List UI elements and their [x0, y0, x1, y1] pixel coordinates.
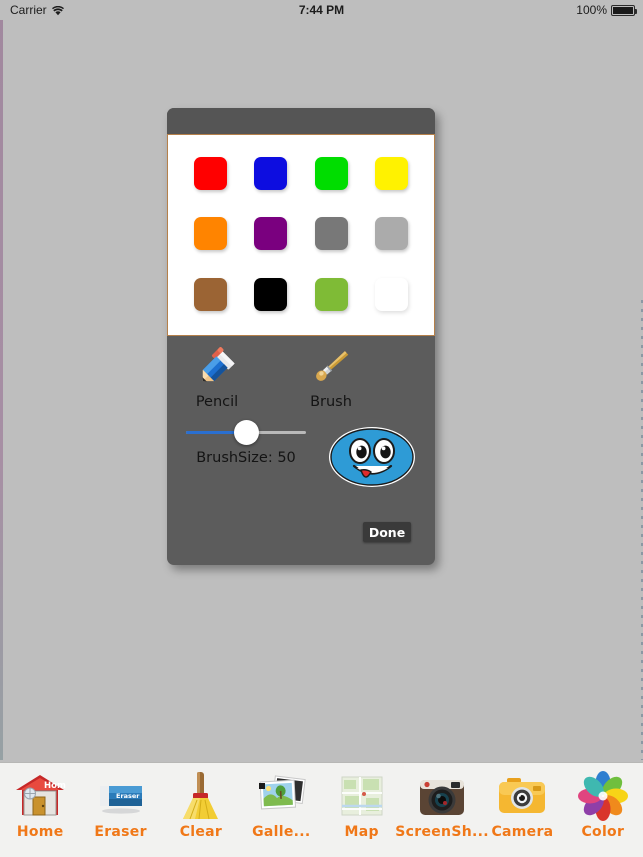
status-bar-time: 7:44 PM — [298, 3, 345, 17]
svg-text:Home: Home — [44, 781, 66, 791]
toolbar-item-screenshot-label: ScreenSh... — [395, 824, 489, 840]
color-flower-icon — [577, 770, 629, 822]
battery-icon — [611, 4, 637, 16]
color-swatch-brown[interactable] — [193, 278, 227, 312]
slider-track[interactable] — [186, 420, 306, 445]
retro-camera-icon — [416, 770, 468, 822]
toolbar-item-camera[interactable]: Camera — [482, 770, 562, 840]
tool-brush[interactable]: Brush — [285, 343, 377, 410]
brush-size-slider[interactable]: BrushSize: 50 — [186, 420, 306, 466]
toolbar-item-screenshot[interactable]: ScreenSh... — [395, 770, 489, 840]
app-root: Carrier 7:44 PM 100% Pencil Brush BrushS… — [0, 0, 643, 857]
tool-pencil-label: Pencil — [195, 394, 239, 410]
toolbar-item-home[interactable]: Home Home — [0, 770, 80, 840]
house-icon: Home — [14, 770, 66, 822]
page-left-edge — [0, 20, 3, 760]
toolbar-item-map[interactable]: Map — [322, 770, 402, 840]
slider-knob[interactable] — [233, 420, 259, 445]
toolbar-item-color-label: Color — [581, 824, 625, 840]
toolbar-item-gallery[interactable]: Galle... — [241, 770, 321, 840]
toolbar-item-gallery-label: Galle... — [252, 824, 311, 840]
color-swatch-black[interactable] — [254, 278, 288, 312]
tool-pencil[interactable]: Pencil — [171, 343, 263, 410]
toolbar-item-home-label: Home — [16, 824, 64, 840]
toolbar-item-color[interactable]: Color — [563, 770, 643, 840]
photos-icon — [253, 770, 309, 822]
toolbar-item-map-label: Map — [344, 824, 379, 840]
toolbar-item-clear-label: Clear — [179, 824, 223, 840]
tool-brush-label: Brush — [310, 394, 352, 410]
color-picker-modal: Pencil Brush BrushSize: 50 Done — [167, 108, 435, 565]
color-swatch-lime[interactable] — [314, 278, 348, 312]
brush-icon — [285, 343, 377, 391]
battery-percent-label: 100% — [576, 3, 607, 17]
brush-size-label: BrushSize: 50 — [196, 450, 296, 466]
color-swatch-dark-gray[interactable] — [314, 217, 348, 251]
color-palette — [167, 134, 435, 336]
camera-icon — [495, 770, 549, 822]
color-swatch-light-gray[interactable] — [375, 217, 409, 251]
done-button[interactable]: Done — [363, 522, 411, 542]
color-swatch-red[interactable] — [193, 156, 227, 190]
toolbar-item-eraser[interactable]: Eraser Eraser — [81, 770, 161, 840]
color-swatch-blue[interactable] — [254, 156, 288, 190]
bottom-toolbar: Home Home Eraser Eraser Clear — [0, 762, 643, 857]
color-swatch-purple[interactable] — [254, 217, 288, 251]
svg-text:Eraser: Eraser — [116, 792, 140, 800]
color-swatch-green[interactable] — [314, 156, 348, 190]
pencil-icon — [171, 343, 263, 391]
toolbar-item-eraser-label: Eraser — [94, 824, 147, 840]
status-bar: Carrier 7:44 PM 100% — [0, 0, 643, 20]
color-swatch-white[interactable] — [375, 278, 409, 312]
modal-header — [167, 108, 435, 134]
status-bar-right: 100% — [576, 3, 637, 17]
toolbar-item-clear[interactable]: Clear — [161, 770, 241, 840]
toolbar-item-camera-label: Camera — [491, 824, 554, 840]
broom-icon — [176, 770, 226, 822]
smiley-face-icon[interactable] — [327, 425, 417, 489]
color-swatch-orange[interactable] — [193, 217, 227, 251]
map-icon — [338, 770, 386, 822]
eraser-icon: Eraser — [95, 770, 147, 822]
color-swatch-yellow[interactable] — [375, 156, 409, 190]
swatch-grid — [168, 135, 434, 335]
